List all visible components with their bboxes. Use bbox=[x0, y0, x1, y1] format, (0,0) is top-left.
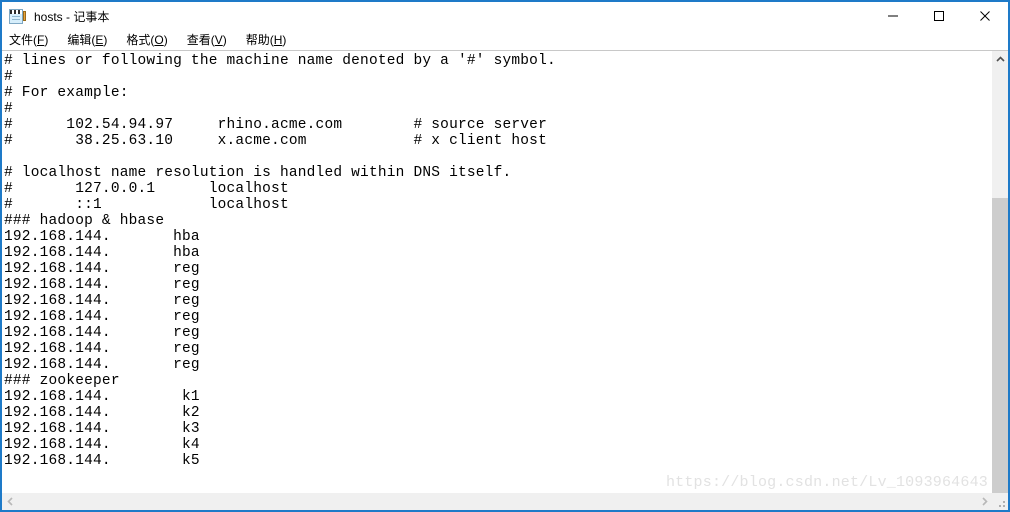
maximize-icon bbox=[934, 11, 944, 21]
menu-item-file-label: 文件( bbox=[9, 33, 37, 47]
menu-item-view-tail: ) bbox=[222, 33, 227, 47]
minimize-icon bbox=[888, 15, 898, 17]
window-title: hosts - 记事本 bbox=[34, 9, 110, 24]
close-icon bbox=[980, 11, 990, 21]
menu-item-format-label: 格式( bbox=[126, 33, 155, 47]
menu-item-edit-label: 编辑( bbox=[67, 33, 96, 47]
editor-row: # lines or following the machine name de… bbox=[2, 51, 1008, 498]
menu-item-view[interactable]: 查看(V) bbox=[187, 30, 236, 50]
menu-item-view-label: 查看( bbox=[186, 33, 215, 47]
menu-item-format-accel: O bbox=[154, 33, 164, 47]
vertical-scroll-thumb[interactable] bbox=[992, 198, 1008, 498]
chevron-right-icon bbox=[982, 497, 988, 506]
minimize-button[interactable] bbox=[870, 2, 916, 30]
title-bar-left: hosts - 记事本 bbox=[2, 8, 109, 25]
menu-item-help[interactable]: 帮助(H) bbox=[246, 30, 296, 50]
menu-item-help-label: 帮助( bbox=[245, 33, 274, 47]
text-editor[interactable]: # lines or following the machine name de… bbox=[2, 51, 991, 493]
resize-grip-icon[interactable] bbox=[993, 493, 1008, 510]
scroll-up-button[interactable] bbox=[992, 51, 1008, 68]
maximize-button[interactable] bbox=[916, 2, 962, 30]
notepad-window: hosts - 记事本 文件(F) 编辑(E) 格式(O) 查看(V) 帮助(H… bbox=[0, 0, 1010, 512]
chevron-up-icon bbox=[995, 56, 1005, 62]
horizontal-scroll-track[interactable] bbox=[19, 493, 976, 510]
vertical-scroll-track[interactable] bbox=[992, 68, 1008, 498]
window-controls bbox=[870, 2, 1008, 30]
menu-item-file[interactable]: 文件(F) bbox=[9, 30, 57, 50]
close-button[interactable] bbox=[962, 2, 1008, 30]
menu-item-format[interactable]: 格式(O) bbox=[126, 30, 176, 50]
scroll-right-button[interactable] bbox=[976, 493, 993, 510]
menu-item-format-tail: ) bbox=[163, 33, 168, 47]
menu-item-file-tail: ) bbox=[44, 33, 49, 47]
horizontal-scrollbar[interactable] bbox=[2, 493, 1008, 510]
menu-item-help-tail: ) bbox=[282, 33, 287, 47]
menu-item-edit[interactable]: 编辑(E) bbox=[67, 30, 116, 50]
document-text[interactable]: # lines or following the machine name de… bbox=[4, 53, 991, 469]
scroll-left-button[interactable] bbox=[2, 493, 19, 510]
notepad-icon bbox=[9, 8, 26, 25]
title-bar[interactable]: hosts - 记事本 bbox=[2, 2, 1008, 30]
menu-item-view-accel: V bbox=[214, 33, 223, 47]
menu-item-edit-tail: ) bbox=[103, 33, 108, 47]
vertical-scrollbar[interactable] bbox=[991, 51, 1008, 498]
menu-bar: 文件(F) 编辑(E) 格式(O) 查看(V) 帮助(H) bbox=[2, 30, 1008, 51]
chevron-left-icon bbox=[7, 497, 13, 506]
